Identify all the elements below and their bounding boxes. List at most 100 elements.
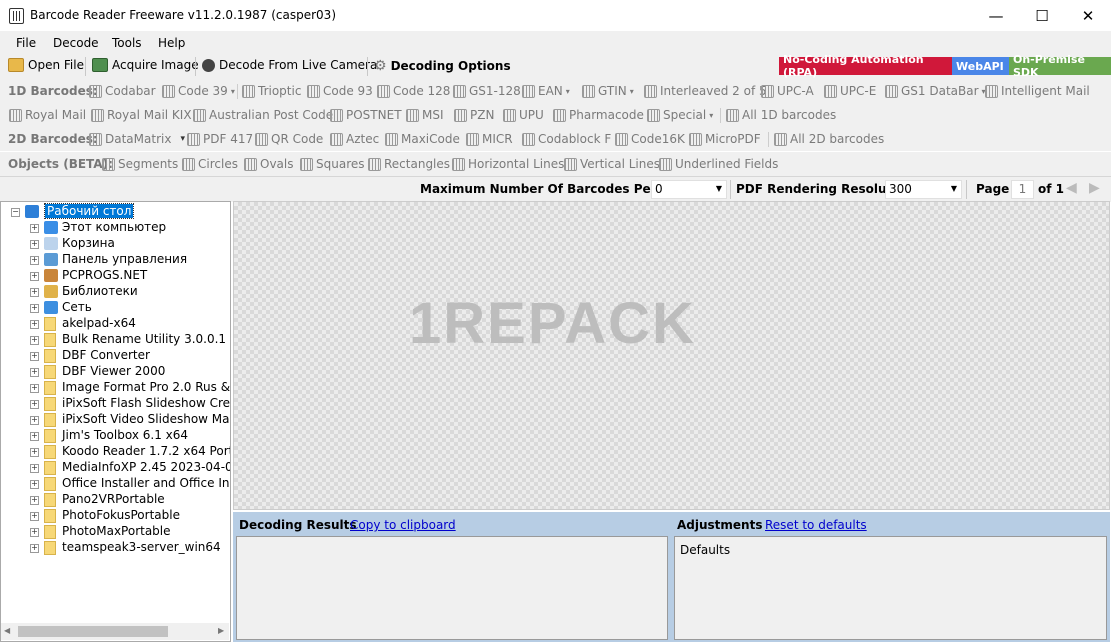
decoding-options-button[interactable]: ⚙ Decoding Options [374, 58, 511, 74]
expand-icon[interactable]: + [30, 240, 39, 249]
barcode-special[interactable]: Special ▾ [647, 108, 713, 122]
tree-item[interactable]: + Сеть [1, 300, 230, 316]
page-number-input[interactable]: 1 [1011, 180, 1034, 199]
tree-item[interactable]: + Office Installer and Office Installer+ [1, 476, 230, 492]
copy-to-clipboard-link[interactable]: Copy to clipboard [350, 518, 456, 532]
expand-icon[interactable]: + [30, 336, 39, 345]
tree-item[interactable]: + Библиотеки [1, 284, 230, 300]
tree-item[interactable]: + MediaInfoXP 2.45 2023-04-07 [1, 460, 230, 476]
tree-item[interactable]: + DBF Viewer 2000 [1, 364, 230, 380]
minimize-button[interactable]: — [973, 0, 1019, 31]
prev-page-arrow-icon[interactable]: ◀ [1066, 180, 1077, 196]
expand-icon[interactable]: + [30, 224, 39, 233]
barcode-code128[interactable]: Code 128 [377, 84, 450, 98]
tree-item[interactable]: + teamspeak3-server_win64 [1, 540, 230, 556]
expand-icon[interactable]: + [30, 400, 39, 409]
expand-icon[interactable]: + [30, 272, 39, 281]
expand-icon[interactable]: + [30, 464, 39, 473]
barcode-maxicode[interactable]: MaxiCode [385, 132, 460, 146]
object-rectangles[interactable]: Rectangles [368, 157, 450, 171]
scrollbar-thumb[interactable] [18, 626, 168, 637]
barcode-aztec[interactable]: Aztec [330, 132, 379, 146]
object-circles[interactable]: Circles [182, 157, 238, 171]
barcode-gtin[interactable]: GTIN ▾ [582, 84, 634, 98]
tree-item[interactable]: + Корзина [1, 236, 230, 252]
barcode-codabar[interactable]: Codabar [89, 84, 156, 98]
scroll-right-icon[interactable]: ▶ [218, 626, 224, 635]
expand-icon[interactable]: + [30, 496, 39, 505]
acquire-image-button[interactable]: Acquire Image [92, 58, 199, 72]
barcode-royal-mail-kix[interactable]: Royal Mail KIX [91, 108, 192, 122]
barcode-postnet[interactable]: POSTNET [330, 108, 402, 122]
barcode-upc-a[interactable]: UPC-A [761, 84, 814, 98]
tree-item[interactable]: + Koodo Reader 1.7.2 x64 Portable [1, 444, 230, 460]
expand-icon[interactable]: + [30, 368, 39, 377]
open-file-button[interactable]: Open File [8, 58, 84, 72]
barcode-upc-e[interactable]: UPC-E [824, 84, 876, 98]
scroll-left-icon[interactable]: ◀ [4, 626, 10, 635]
barcode-all-2d[interactable]: All 2D barcodes [774, 132, 884, 146]
tree-item[interactable]: + PCPROGS.NET [1, 268, 230, 284]
object-horizontal-lines[interactable]: Horizontal Lines [452, 157, 564, 171]
barcode-qr-code[interactable]: QR Code [255, 132, 323, 146]
expand-icon[interactable]: + [30, 528, 39, 537]
barcode-codablock-f[interactable]: Codablock F [522, 132, 611, 146]
tree-item[interactable]: + akelpad-x64 [1, 316, 230, 332]
barcode-australian-post[interactable]: Australian Post Code [193, 108, 333, 122]
decode-live-camera-button[interactable]: Decode From Live Camera [202, 58, 377, 72]
menu-tools[interactable]: Tools [112, 36, 142, 50]
reset-to-defaults-link[interactable]: Reset to defaults [765, 518, 867, 532]
expand-icon[interactable]: + [30, 480, 39, 489]
barcode-code93[interactable]: Code 93 [307, 84, 373, 98]
menu-help[interactable]: Help [158, 36, 185, 50]
maximize-button[interactable]: ☐ [1019, 0, 1065, 31]
expand-icon[interactable]: + [30, 512, 39, 521]
barcode-all-1d[interactable]: All 1D barcodes [726, 108, 836, 122]
image-viewer[interactable]: 1REPACK [233, 201, 1110, 510]
barcode-pzn[interactable]: PZN [454, 108, 494, 122]
barcode-pdf417[interactable]: PDF 417 [187, 132, 253, 146]
barcode-pharmacode[interactable]: Pharmacode [553, 108, 644, 122]
barcode-msi[interactable]: MSI [406, 108, 444, 122]
expand-icon[interactable]: + [30, 304, 39, 313]
expand-icon[interactable]: + [30, 352, 39, 361]
webapi-badge-link[interactable]: WebAPI [952, 57, 1013, 75]
tree-item[interactable]: + Jim's Toolbox 6.1 x64 [1, 428, 230, 444]
barcode-intelligent-mail[interactable]: Intelligent Mail [985, 84, 1090, 98]
expand-icon[interactable]: + [30, 256, 39, 265]
folder-tree[interactable]: − Рабочий стол + Этот компьютер + Корзина + Пан… [0, 201, 231, 642]
tree-item[interactable]: + Bulk Rename Utility 3.0.0.1 Portabl [1, 332, 230, 348]
tree-item[interactable]: + Панель управления [1, 252, 230, 268]
object-segments[interactable]: Segments [102, 157, 178, 171]
expand-icon[interactable]: + [30, 320, 39, 329]
tree-item[interactable]: + DBF Converter [1, 348, 230, 364]
object-underlined-fields[interactable]: Underlined Fields [659, 157, 778, 171]
close-button[interactable]: ✕ [1065, 0, 1111, 31]
horizontal-scrollbar[interactable]: ◀ ▶ [1, 623, 229, 640]
tree-item[interactable]: + Image Format Pro 2.0 Rus & Eng F [1, 380, 230, 396]
tree-item-desktop[interactable]: − Рабочий стол [1, 203, 230, 220]
object-ovals[interactable]: Ovals [244, 157, 294, 171]
barcode-gs1-128[interactable]: GS1-128 [453, 84, 521, 98]
collapse-icon[interactable]: − [11, 208, 20, 217]
tree-item[interactable]: + Этот компьютер [1, 220, 230, 236]
object-squares[interactable]: Squares [300, 157, 365, 171]
barcode-trioptic[interactable]: Trioptic [242, 84, 301, 98]
barcode-gs1-databar[interactable]: GS1 DataBar ▾ [885, 84, 986, 98]
barcode-upu[interactable]: UPU [503, 108, 544, 122]
menu-decode[interactable]: Decode [53, 36, 99, 50]
expand-icon[interactable]: + [30, 288, 39, 297]
tree-item[interactable]: + iPixSoft Video Slideshow Maker De [1, 412, 230, 428]
object-vertical-lines[interactable]: Vertical Lines [564, 157, 660, 171]
barcode-royal-mail[interactable]: Royal Mail [9, 108, 86, 122]
barcode-micropdf[interactable]: MicroPDF [689, 132, 761, 146]
decoding-results-box[interactable] [236, 536, 668, 640]
expand-icon[interactable]: + [30, 544, 39, 553]
expand-icon[interactable]: + [30, 416, 39, 425]
onpremise-sdk-badge-link[interactable]: On-Premise SDK [1009, 53, 1111, 79]
tree-item[interactable]: + PhotoFokusPortable [1, 508, 230, 524]
barcode-micr[interactable]: MICR [466, 132, 513, 146]
expand-icon[interactable]: + [30, 384, 39, 393]
tree-item[interactable]: + PhotoMaxPortable [1, 524, 230, 540]
expand-icon[interactable]: + [30, 432, 39, 441]
